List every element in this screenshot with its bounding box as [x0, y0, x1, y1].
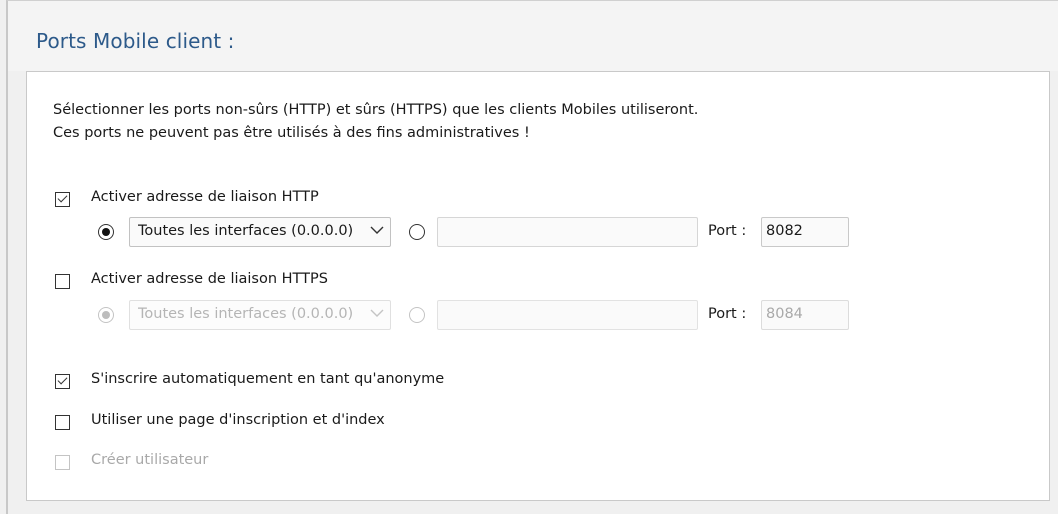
- http-interface-dropdown[interactable]: Toutes les interfaces (0.0.0.0): [129, 217, 391, 247]
- https-custom-address-radio[interactable]: [409, 307, 425, 323]
- https-custom-address-input[interactable]: [437, 300, 698, 330]
- http-all-interfaces-radio[interactable]: [98, 224, 114, 240]
- http-port-input[interactable]: 8082: [761, 217, 849, 247]
- https-port-input[interactable]: 8084: [761, 300, 849, 330]
- http-interface-value: Toutes les interfaces (0.0.0.0): [138, 223, 354, 239]
- login-index-page-checkbox[interactable]: [55, 415, 70, 430]
- https-port-label: Port :: [708, 306, 747, 322]
- http-custom-address-input[interactable]: [437, 217, 698, 247]
- mobile-client-ports-panel: Ports Mobile client : Sélectionner les p…: [6, 0, 1058, 514]
- create-user-checkbox[interactable]: [55, 455, 70, 470]
- create-user-label: Créer utilisateur: [91, 452, 209, 468]
- chevron-down-icon: [370, 309, 384, 317]
- panel-header: Ports Mobile client :: [8, 1, 1058, 71]
- description-line-2: Ces ports ne peuvent pas être utilisés à…: [53, 125, 530, 141]
- http-custom-address-radio[interactable]: [409, 224, 425, 240]
- auto-anonymous-checkbox[interactable]: [55, 374, 70, 389]
- enable-https-checkbox[interactable]: [55, 274, 70, 289]
- login-index-page-label: Utiliser une page d'inscription et d'ind…: [91, 412, 385, 428]
- https-interface-value: Toutes les interfaces (0.0.0.0): [138, 306, 354, 322]
- settings-content: Sélectionner les ports non-sûrs (HTTP) e…: [26, 71, 1050, 501]
- https-interface-dropdown[interactable]: Toutes les interfaces (0.0.0.0): [129, 300, 391, 330]
- enable-http-checkbox[interactable]: [55, 192, 70, 207]
- auto-anonymous-label: S'inscrire automatiquement en tant qu'an…: [91, 371, 445, 387]
- enable-http-label: Activer adresse de liaison HTTP: [91, 189, 319, 205]
- description-line-1: Sélectionner les ports non-sûrs (HTTP) e…: [53, 102, 699, 118]
- http-port-label: Port :: [708, 223, 747, 239]
- panel-title: Ports Mobile client :: [36, 29, 235, 53]
- https-all-interfaces-radio[interactable]: [98, 307, 114, 323]
- chevron-down-icon: [370, 226, 384, 234]
- enable-https-label: Activer adresse de liaison HTTPS: [91, 271, 328, 287]
